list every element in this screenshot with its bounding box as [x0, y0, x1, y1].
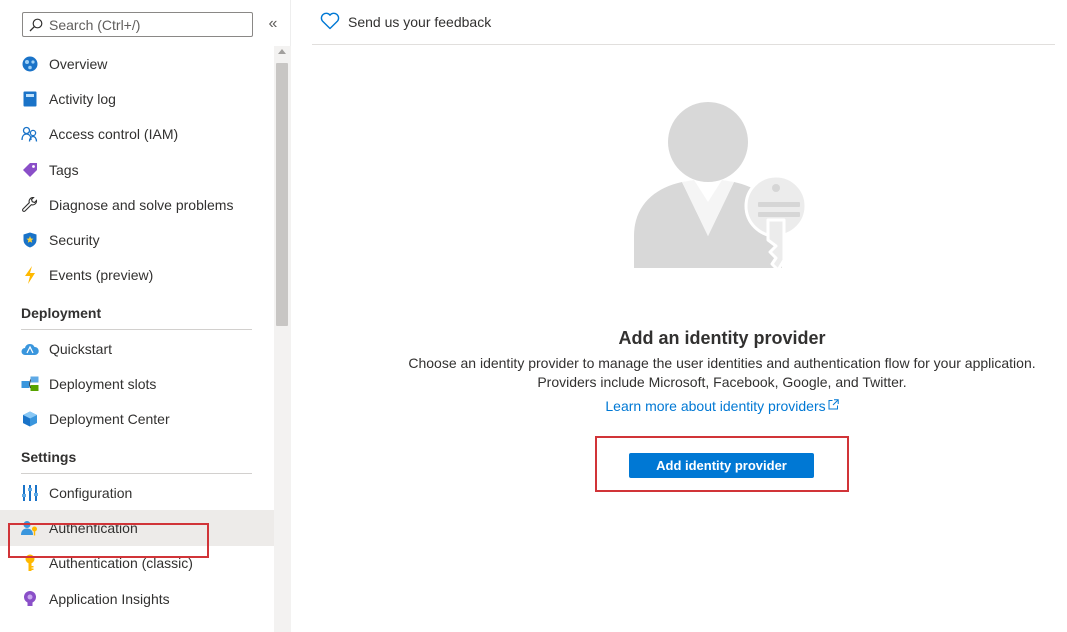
lightning-icon: [21, 266, 39, 285]
sidebar-item-tags[interactable]: Tags: [0, 152, 274, 187]
nav-list: Overview Activity log Access control (IA…: [0, 46, 274, 616]
sidebar-item-events[interactable]: Events (preview): [0, 258, 274, 293]
sliders-icon: [21, 484, 39, 502]
add-identity-provider-button[interactable]: Add identity provider: [629, 453, 814, 478]
learn-more-row: Learn more about identity providers: [312, 397, 1067, 414]
wrench-icon: [21, 196, 39, 214]
sidebar-item-label: Events (preview): [49, 267, 154, 284]
send-feedback-button[interactable]: Send us your feedback: [320, 12, 491, 32]
sidebar-item-overview[interactable]: Overview: [0, 46, 274, 81]
scroll-up-arrow-icon[interactable]: [278, 49, 286, 54]
description-line-1: Choose an identity provider to manage th…: [408, 355, 1036, 371]
sidebar-item-access-control[interactable]: Access control (IAM): [0, 117, 274, 152]
command-bar: Send us your feedback: [312, 0, 1055, 45]
sidebar-item-security[interactable]: Security: [0, 222, 274, 257]
sidebar-item-activity-log[interactable]: Activity log: [0, 81, 274, 116]
section-divider: [21, 329, 252, 331]
section-title-deployment: Deployment: [21, 305, 102, 322]
sidebar-item-deployment-slots[interactable]: Deployment slots: [0, 366, 274, 401]
cloud-icon: [21, 340, 39, 358]
sidebar-item-label: Tags: [49, 161, 79, 178]
empty-state-description: Choose an identity provider to manage th…: [312, 354, 1067, 392]
feedback-label: Send us your feedback: [348, 14, 492, 30]
lightbulb-icon: [21, 590, 39, 608]
cube-icon: [21, 410, 39, 428]
sidebar-item-deployment-center[interactable]: Deployment Center: [0, 402, 274, 437]
sidebar-item-label: Diagnose and solve problems: [49, 196, 234, 213]
sidebar-item-configuration[interactable]: Configuration: [0, 475, 274, 510]
sidebar-item-label: Access control (IAM): [49, 126, 179, 143]
sidebar-item-label: Security: [49, 232, 100, 249]
sidebar-item-label: Deployment slots: [49, 376, 157, 393]
overview-globe-icon: [21, 55, 39, 73]
external-link-icon: [828, 397, 839, 410]
identity-provider-illustration: [632, 102, 812, 274]
sidebar-item-diagnose[interactable]: Diagnose and solve problems: [0, 187, 274, 222]
sidebar-item-application-insights[interactable]: Application Insights: [0, 581, 274, 616]
key-icon: [21, 554, 39, 572]
scroll-thumb[interactable]: [276, 63, 288, 326]
sidebar-item-label: Authentication (classic): [49, 555, 193, 572]
description-line-2: Providers include Microsoft, Facebook, G…: [537, 374, 907, 390]
sidebar-item-label: Authentication: [49, 519, 138, 536]
search-box[interactable]: [22, 12, 253, 37]
collapse-menu-button[interactable]: «: [264, 14, 282, 34]
sidebar-item-label: Overview: [49, 55, 108, 72]
search-icon: [29, 18, 43, 32]
sidebar-scrollbar[interactable]: [274, 46, 291, 632]
sidebar-item-authentication[interactable]: Authentication: [0, 510, 274, 546]
empty-state-title: Add an identity provider: [618, 328, 826, 348]
section-title-settings: Settings: [21, 448, 77, 465]
shield-icon: [21, 231, 39, 249]
sidebar-item-label: Deployment Center: [49, 411, 170, 428]
slots-icon: [21, 375, 39, 393]
sidebar-item-label: Configuration: [49, 484, 133, 501]
learn-more-link[interactable]: Learn more about identity providers: [605, 397, 839, 414]
tag-icon: [21, 161, 39, 179]
learn-more-label: Learn more about identity providers: [605, 398, 826, 414]
main-content: Send us your feedback Add an identity pr…: [312, 0, 1067, 632]
sidebar-item-label: Activity log: [49, 90, 116, 107]
activity-log-icon: [21, 90, 39, 108]
heart-icon: [320, 12, 340, 32]
section-divider: [21, 472, 252, 474]
sidebar-item-label: Application Insights: [49, 590, 170, 607]
search-input[interactable]: [49, 16, 239, 33]
sidebar-item-quickstart[interactable]: Quickstart: [0, 331, 274, 366]
user-key-icon: [21, 519, 39, 537]
sidebar-item-authentication-classic[interactable]: Authentication (classic): [0, 546, 274, 581]
sidebar-item-label: Quickstart: [49, 340, 113, 357]
resource-menu: « Overview Activity log Access control (…: [0, 0, 291, 632]
people-icon: [21, 125, 39, 143]
